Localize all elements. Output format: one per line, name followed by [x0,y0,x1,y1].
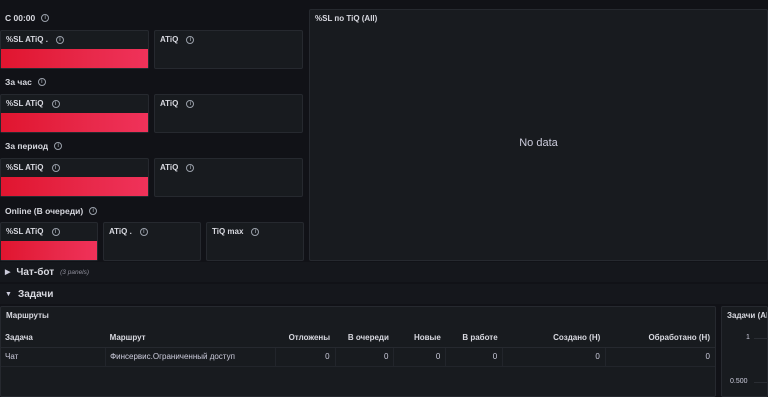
info-icon[interactable]: i [251,227,260,236]
panel-header: TiQ max i [212,227,260,236]
table-cell: 0 [502,347,606,367]
table-row[interactable]: Чат Финсервис.Ограниченный доступ 0 0 0 … [1,347,715,367]
table-container: Задача Маршрут Отложены В очереди Новые … [1,328,715,367]
stat-bar [1,177,148,196]
info-icon[interactable]: i [89,207,98,215]
panel-title: Маршруты [6,311,49,320]
table-cell: 0 [605,347,715,367]
table-cell: Финсервис.Ограниченный доступ [105,347,276,367]
stat-bar [1,49,148,68]
group-title-per-period: За период i [5,141,63,151]
table-cell: 0 [393,347,447,367]
gridline [754,382,767,383]
panel-title: TiQ max [212,227,244,236]
group-title-per-hour-label: За час [5,77,32,87]
panel-atiq-hour[interactable]: ATiQ i [154,94,303,133]
table-header-row: Задача Маршрут Отложены В очереди Новые … [1,328,715,348]
info-icon[interactable]: i [186,163,195,172]
column-header[interactable]: Маршрут [105,328,276,348]
panel-sl-atiq-hour[interactable]: %SL ATiQ i [0,94,149,133]
column-header[interactable]: Обработано (Н) [605,328,715,348]
panel-sl-atiq-today[interactable]: %SL ATiQ . i [0,30,149,69]
info-icon[interactable]: i [54,142,63,150]
column-header[interactable]: В очереди [335,328,394,348]
panel-title: ATiQ . [109,227,132,236]
column-header[interactable]: Новые [393,328,446,348]
panel-title: ATiQ [160,35,179,44]
info-icon[interactable]: i [51,163,60,172]
panel-header: %SL по TiQ (All) [315,14,377,23]
panel-title: %SL по TiQ (All) [315,14,378,23]
info-icon[interactable]: i [186,35,195,44]
panel-atiq-online[interactable]: ATiQ . i [103,222,201,261]
panel-title: %SL ATiQ [6,99,44,108]
panel-header: Маршруты [6,311,49,320]
group-title-online-label: Online (В очереди) [5,206,84,216]
panel-sl-atiq-period[interactable]: %SL ATiQ i [0,158,149,197]
panel-header: %SL ATiQ i [6,163,60,172]
row-title: Задачи [17,288,54,300]
column-header[interactable]: Задача [1,328,106,348]
panel-header: %SL ATiQ i [6,227,60,236]
column-header[interactable]: В работе [445,328,503,348]
panel-header: Задачи (All [727,311,768,320]
panel-title: ATiQ [160,99,179,108]
no-data-message: No data [519,137,558,149]
panel-sl-atiq-online[interactable]: %SL ATiQ i [0,222,98,261]
panel-title: %SL ATiQ [6,163,44,172]
panel-atiq-today[interactable]: ATiQ i [154,30,303,69]
table-cell: Чат [1,347,107,367]
panel-title: %SL ATiQ [6,227,44,236]
column-header[interactable]: Отложены [275,328,336,348]
stat-bar [1,113,148,132]
panel-header: ATiQ i [160,163,195,172]
info-icon[interactable]: i [51,227,60,236]
gridline [754,338,767,339]
chevron-right-icon[interactable]: ▶ [5,268,10,276]
table-cell: 0 [445,347,504,367]
routes-table: Задача Маршрут Отложены В очереди Новые … [1,328,715,367]
panel-title: Задачи (All [727,311,768,320]
table-cell: 0 [335,347,395,367]
panel-sl-by-tiq[interactable]: %SL по TiQ (All) No data [309,9,768,261]
row-chatbot[interactable]: ▶ Чат-бот (3 panels) [0,262,768,282]
panel-routes-table[interactable]: Маршруты Задача Маршрут Отложены В очере… [0,306,716,397]
stat-bar [1,241,97,260]
y-tick-label: 0.500 [730,378,748,385]
group-title-per-hour: За час i [5,77,46,87]
row-tasks[interactable]: ▼ Задачи [0,284,768,304]
panel-tasks-chart[interactable]: Задачи (All 1 0.500 [721,306,768,397]
info-icon[interactable]: i [186,99,195,108]
table-cell: 0 [275,347,336,367]
y-tick-label: 1 [746,334,750,341]
row-panel-count: (3 panels) [60,268,90,276]
group-title-since-midnight: С 00:00 i [5,13,50,23]
group-title-per-period-label: За период [5,141,49,151]
panel-atiq-period[interactable]: ATiQ i [154,158,303,197]
panel-header: ATiQ . i [109,227,148,236]
panel-title: ATiQ [160,163,179,172]
info-icon[interactable]: i [41,14,50,22]
panel-header: ATiQ i [160,35,195,44]
panel-header: ATiQ i [160,99,195,108]
info-icon[interactable]: i [37,78,46,86]
panel-tiq-max-online[interactable]: TiQ max i [206,222,304,261]
group-title-since-midnight-label: С 00:00 [5,13,36,23]
row-title: Чат-бот [16,266,55,278]
info-icon[interactable]: i [139,227,148,236]
panel-title: %SL ATiQ . [6,35,48,44]
panel-header: %SL ATiQ i [6,99,60,108]
info-icon[interactable]: i [55,35,64,44]
column-header[interactable]: Создано (Н) [502,328,606,348]
group-title-online: Online (В очереди) i [5,206,98,216]
chevron-down-icon[interactable]: ▼ [5,291,12,298]
panel-header: %SL ATiQ . i [6,35,64,44]
info-icon[interactable]: i [51,99,60,108]
